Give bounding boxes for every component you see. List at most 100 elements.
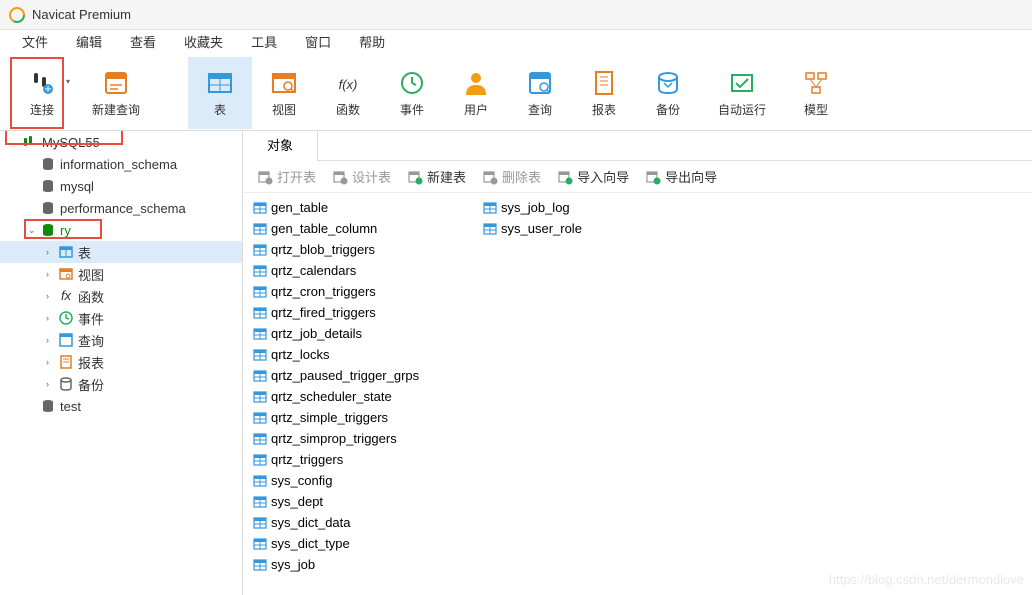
table-icon bbox=[253, 222, 267, 236]
menu-item-2[interactable]: 查看 bbox=[116, 30, 170, 56]
table-item[interactable]: qrtz_simple_triggers bbox=[249, 407, 479, 428]
toolbar-model[interactable]: 模型 bbox=[784, 57, 848, 129]
toolbar-fx[interactable]: f(x) 函数 bbox=[316, 57, 380, 129]
action-import[interactable]: 导入向导 bbox=[549, 164, 637, 190]
window-title: Navicat Premium bbox=[32, 7, 131, 22]
table-item[interactable]: sys_job bbox=[249, 554, 479, 575]
tree-expand-icon[interactable]: › bbox=[46, 269, 56, 279]
tree-node-事件[interactable]: ›事件 bbox=[0, 307, 242, 329]
content-area: 对象 打开表设计表新建表删除表导入向导导出向导 gen_table gen_tab… bbox=[243, 131, 1032, 595]
table-name: gen_table bbox=[271, 200, 328, 215]
query-s-icon bbox=[58, 332, 74, 348]
backup-s-icon bbox=[58, 376, 74, 392]
table-item[interactable]: qrtz_fired_triggers bbox=[249, 302, 479, 323]
table-item[interactable]: gen_table bbox=[249, 197, 479, 218]
action-export[interactable]: 导出向导 bbox=[637, 164, 725, 190]
toolbar-label: 新建查询 bbox=[92, 101, 140, 118]
tree-expand-icon[interactable]: › bbox=[46, 335, 56, 345]
tree-label: mysql bbox=[60, 179, 94, 194]
menu-item-0[interactable]: 文件 bbox=[8, 30, 62, 56]
table-item[interactable]: qrtz_job_details bbox=[249, 323, 479, 344]
toolbar-clock[interactable]: 事件 bbox=[380, 57, 444, 129]
toolbar-label: 函数 bbox=[336, 101, 360, 118]
table-item[interactable]: sys_dept bbox=[249, 491, 479, 512]
table-name: qrtz_cron_triggers bbox=[271, 284, 376, 299]
db-icon bbox=[40, 178, 56, 194]
table-name: qrtz_scheduler_state bbox=[271, 389, 392, 404]
tree-expand-icon[interactable]: › bbox=[46, 291, 56, 301]
table-item[interactable]: qrtz_simprop_triggers bbox=[249, 428, 479, 449]
toolbar-label: 视图 bbox=[272, 101, 296, 118]
table-icon bbox=[253, 411, 267, 425]
tree-expand-icon[interactable]: › bbox=[46, 247, 56, 257]
table-name: qrtz_locks bbox=[271, 347, 330, 362]
table-icon bbox=[253, 516, 267, 530]
table-icon bbox=[253, 432, 267, 446]
table-name: qrtz_job_details bbox=[271, 326, 362, 341]
tab-objects[interactable]: 对象 bbox=[243, 131, 318, 161]
tree-label: information_schema bbox=[60, 157, 177, 172]
toolbar-table[interactable]: 表 bbox=[188, 57, 252, 129]
tree-node-视图[interactable]: › 视图 bbox=[0, 263, 242, 285]
table-item[interactable]: qrtz_triggers bbox=[249, 449, 479, 470]
table-item[interactable]: sys_config bbox=[249, 470, 479, 491]
tree-node-函数[interactable]: ›fx函数 bbox=[0, 285, 242, 307]
action-new[interactable]: 新建表 bbox=[399, 164, 474, 190]
toolbar-report[interactable]: 报表 bbox=[572, 57, 636, 129]
menu-item-3[interactable]: 收藏夹 bbox=[170, 30, 237, 56]
toolbar-auto[interactable]: 自动运行 bbox=[700, 57, 784, 129]
toolbar-user[interactable]: 用户 bbox=[444, 57, 508, 129]
fx-icon: f(x) bbox=[334, 69, 362, 97]
tree-label: 视图 bbox=[78, 265, 104, 284]
toolbar-query2[interactable]: 查询 bbox=[508, 57, 572, 129]
tree-node-information_schema[interactable]: information_schema bbox=[0, 153, 242, 175]
db-icon bbox=[40, 398, 56, 414]
tree-expand-icon[interactable]: ⌄ bbox=[28, 225, 38, 236]
tree-expand-icon[interactable]: › bbox=[46, 313, 56, 323]
toolbar: +连接▾ 新建查询 表视图 f(x) 函数 事件用户查询报表备份自动运行模型 bbox=[0, 56, 1032, 131]
menu-item-5[interactable]: 窗口 bbox=[291, 30, 345, 56]
auto-icon bbox=[728, 69, 756, 97]
table-item[interactable]: sys_dict_data bbox=[249, 512, 479, 533]
table-item[interactable]: qrtz_scheduler_state bbox=[249, 386, 479, 407]
menu-item-6[interactable]: 帮助 bbox=[345, 30, 399, 56]
toolbar-plug[interactable]: +连接▾ bbox=[10, 57, 74, 129]
tree-expand-icon[interactable]: › bbox=[46, 379, 56, 389]
tree-node-MySQL55[interactable]: MySQL55 bbox=[0, 131, 242, 153]
view-icon bbox=[270, 69, 298, 97]
tree-node-mysql[interactable]: mysql bbox=[0, 175, 242, 197]
toolbar-view[interactable]: 视图 bbox=[252, 57, 316, 129]
backup-icon bbox=[654, 69, 682, 97]
table-item[interactable]: sys_dict_type bbox=[249, 533, 479, 554]
svg-text:+: + bbox=[44, 81, 52, 96]
table-item[interactable]: qrtz_locks bbox=[249, 344, 479, 365]
open-icon bbox=[257, 169, 273, 185]
tree-node-备份[interactable]: ›备份 bbox=[0, 373, 242, 395]
action-bar: 打开表设计表新建表删除表导入向导导出向导 bbox=[243, 161, 1032, 193]
table-item[interactable]: qrtz_paused_trigger_grps bbox=[249, 365, 479, 386]
tree-node-报表[interactable]: ›报表 bbox=[0, 351, 242, 373]
menu-item-4[interactable]: 工具 bbox=[237, 30, 291, 56]
tree-label: 查询 bbox=[78, 331, 104, 350]
table-item[interactable]: gen_table_column bbox=[249, 218, 479, 239]
table-name: sys_job_log bbox=[501, 200, 570, 215]
table-item[interactable]: qrtz_calendars bbox=[249, 260, 479, 281]
table-item[interactable]: qrtz_cron_triggers bbox=[249, 281, 479, 302]
tree-node-performance_schema[interactable]: performance_schema bbox=[0, 197, 242, 219]
menu-item-1[interactable]: 编辑 bbox=[62, 30, 116, 56]
tree-node-ry[interactable]: ⌄ry bbox=[0, 219, 242, 241]
tree-node-表[interactable]: ›表 bbox=[0, 241, 242, 263]
tree-node-查询[interactable]: › 查询 bbox=[0, 329, 242, 351]
tree-expand-icon[interactable]: › bbox=[46, 357, 56, 367]
menubar: 文件编辑查看收藏夹工具窗口帮助 bbox=[0, 30, 1032, 56]
table-icon bbox=[253, 243, 267, 257]
query2-icon bbox=[526, 69, 554, 97]
table-item[interactable]: sys_job_log bbox=[479, 197, 709, 218]
toolbar-query[interactable]: 新建查询 bbox=[74, 57, 158, 129]
design-icon bbox=[332, 169, 348, 185]
tree-node-test[interactable]: test bbox=[0, 395, 242, 417]
toolbar-backup[interactable]: 备份 bbox=[636, 57, 700, 129]
table-item[interactable]: sys_user_role bbox=[479, 218, 709, 239]
sidebar: MySQL55 information_schemamysql performanc… bbox=[0, 131, 243, 595]
table-item[interactable]: qrtz_blob_triggers bbox=[249, 239, 479, 260]
